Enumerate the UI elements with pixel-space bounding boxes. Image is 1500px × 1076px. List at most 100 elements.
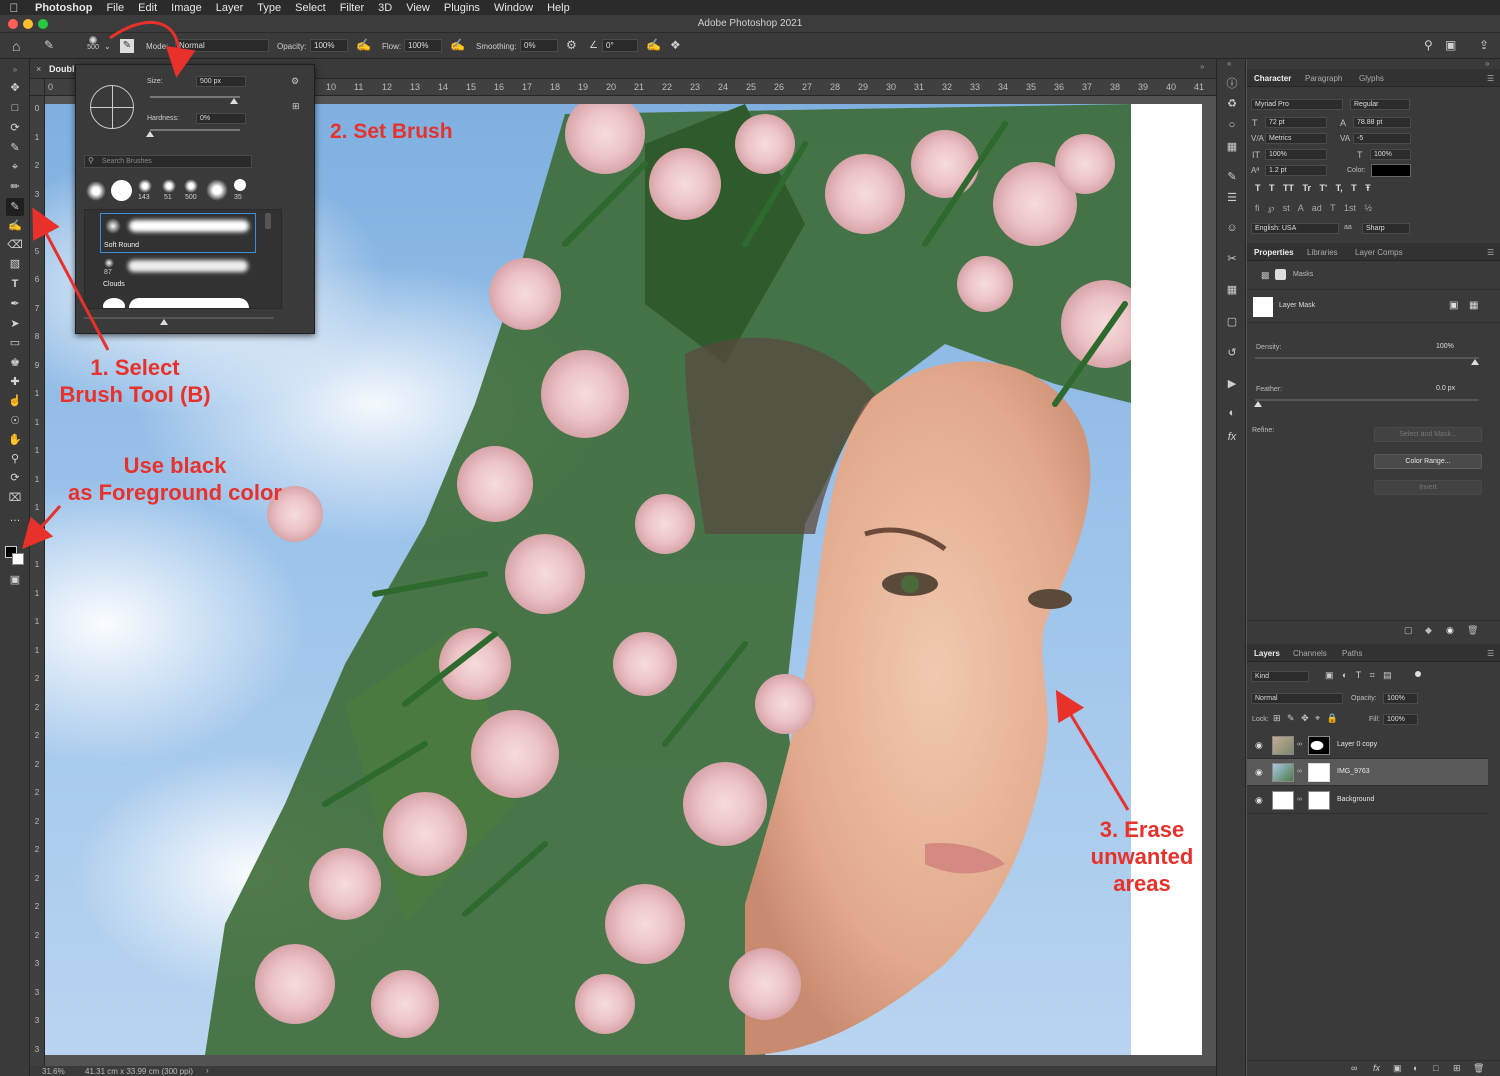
flow-field[interactable]: 100% xyxy=(404,39,442,52)
rotate-view-tool-icon[interactable]: ⟳ xyxy=(6,469,24,487)
invert-button[interactable]: Invert xyxy=(1374,480,1482,495)
stamp-tool-icon[interactable]: ♚ xyxy=(6,354,24,372)
layer-filter-select[interactable]: Kind xyxy=(1251,671,1309,682)
select-vector-mask-icon[interactable]: ▦ xyxy=(1469,300,1478,311)
type-tool-icon[interactable]: T xyxy=(6,275,24,293)
opentype-buttons[interactable]: fi ℘ st A ad T 1st ½ xyxy=(1255,203,1415,217)
color-range-button[interactable]: Color Range... xyxy=(1374,454,1482,469)
layer-name[interactable]: Layer 0 copy xyxy=(1337,741,1377,748)
panel-menu-icon[interactable]: ☰ xyxy=(1487,74,1494,83)
mode-select[interactable]: Normal xyxy=(175,39,269,52)
leading-field[interactable]: 78.88 pt xyxy=(1353,117,1411,128)
baseline-field[interactable]: 1.2 pt xyxy=(1265,165,1327,176)
feather-slider-track[interactable] xyxy=(1255,399,1479,401)
dodge-tool-icon[interactable]: ☉ xyxy=(6,412,24,430)
layer-name[interactable]: Background xyxy=(1337,796,1374,803)
hand-tool-icon[interactable]: ✋ xyxy=(6,431,24,449)
background-color-swatch[interactable] xyxy=(12,553,24,565)
new-layer-icon[interactable]: ⊞ xyxy=(1453,1063,1461,1074)
swatches-icon[interactable]: ▦ xyxy=(1224,139,1240,155)
kerning-field[interactable]: Metrics xyxy=(1265,133,1327,144)
brush-tip-4[interactable] xyxy=(162,179,176,193)
zoom-tool-icon[interactable]: ⚲ xyxy=(6,450,24,468)
antialias-select[interactable]: Sharp xyxy=(1362,223,1410,234)
collapse-panels-icon[interactable]: » xyxy=(1200,62,1204,71)
pressure-opacity-icon[interactable]: ✍ xyxy=(356,38,371,52)
add-mask-icon[interactable]: ▣ xyxy=(1393,1063,1402,1074)
healing-tool-icon[interactable]: ✚ xyxy=(6,373,24,391)
path-select-tool-icon[interactable]: ➤ xyxy=(6,315,24,333)
chevron-right-icon[interactable]: › xyxy=(206,1066,209,1075)
select-and-mask-button[interactable]: Select and Mask... xyxy=(1374,427,1482,442)
feather-field[interactable]: 0.0 px xyxy=(1433,384,1478,395)
move-tool-icon[interactable]: ✥ xyxy=(6,79,24,97)
smudge-tool-icon[interactable]: ☝ xyxy=(6,392,24,410)
load-selection-icon[interactable]: ▢ xyxy=(1404,625,1413,636)
menu-edit[interactable]: Edit xyxy=(131,2,164,14)
zoom-level[interactable]: 31.6% xyxy=(42,1067,65,1076)
brush-tip-7[interactable] xyxy=(234,179,246,191)
brush-settings-panel-icon[interactable]: ✎ xyxy=(120,39,134,53)
tab-paragraph[interactable]: Paragraph xyxy=(1305,74,1342,83)
menu-help[interactable]: Help xyxy=(540,2,577,14)
collapse-icon[interactable]: » xyxy=(6,61,24,79)
font-size-field[interactable]: 72 pt xyxy=(1265,117,1327,128)
feather-slider-handle[interactable] xyxy=(1254,401,1262,407)
brush-preset-list[interactable]: Soft Round 87 Clouds xyxy=(84,209,282,309)
menu-plugins[interactable]: Plugins xyxy=(437,2,487,14)
info-icon[interactable]: ⓘ xyxy=(1224,76,1240,92)
tab-character[interactable]: Character xyxy=(1254,74,1291,83)
hardness-slider-handle[interactable] xyxy=(146,131,154,137)
airbrush-icon[interactable]: ✍ xyxy=(450,38,465,52)
trash-icon[interactable]: 🗑 xyxy=(1467,625,1478,636)
brush-preset-icon[interactable]: ✎ xyxy=(44,38,54,52)
layer-row-selected[interactable]: ◉ ∞ IMG_9763 xyxy=(1247,759,1488,786)
panel-menu-icon[interactable]: ☰ xyxy=(1487,248,1494,257)
close-tab-icon[interactable]: × xyxy=(36,64,41,74)
size-slider-track[interactable] xyxy=(150,96,240,98)
preset-clouds[interactable]: 87 Clouds xyxy=(100,258,256,294)
filter-toggle[interactable] xyxy=(1415,671,1421,677)
tab-properties[interactable]: Properties xyxy=(1254,248,1294,257)
preset-soft-round[interactable]: Soft Round xyxy=(100,213,256,253)
menu-type[interactable]: Type xyxy=(250,2,288,14)
layer-opacity-field[interactable]: 100% xyxy=(1383,693,1418,704)
actions-play-icon[interactable]: ▶ xyxy=(1224,376,1240,392)
hardness-field[interactable]: 0% xyxy=(196,113,246,124)
language-select[interactable]: English: USA xyxy=(1251,223,1339,234)
new-group-icon[interactable]: □ xyxy=(1433,1063,1438,1073)
layer-name[interactable]: IMG_9763 xyxy=(1337,768,1370,775)
density-slider-track[interactable] xyxy=(1255,357,1479,359)
tab-paths[interactable]: Paths xyxy=(1342,649,1362,658)
visibility-eye-icon[interactable]: ◉ xyxy=(1255,795,1263,806)
type-style-buttons[interactable]: T T TT Tr T' T, T Ŧ xyxy=(1255,183,1415,197)
marquee-tool-icon[interactable]: □ xyxy=(6,99,24,117)
share-icon[interactable]: ⇪ xyxy=(1479,38,1489,52)
menu-image[interactable]: Image xyxy=(164,2,209,14)
pen-tool-icon[interactable]: ✒ xyxy=(6,295,24,313)
quick-select-tool-icon[interactable]: ✎ xyxy=(6,139,24,157)
tracking-field[interactable]: -5 xyxy=(1353,133,1411,144)
chain-link-icon[interactable]: ∞ xyxy=(1297,741,1302,748)
size-field[interactable]: 500 px xyxy=(196,76,246,87)
color-icon[interactable]: ◐ xyxy=(1224,405,1240,421)
visibility-eye-icon[interactable]: ◉ xyxy=(1255,740,1263,751)
visibility-icon[interactable]: ◉ xyxy=(1446,625,1454,636)
gradient-tool-icon[interactable]: ▧ xyxy=(6,255,24,273)
tab-layers[interactable]: Layers xyxy=(1254,649,1280,658)
brush-tip-1[interactable] xyxy=(86,181,106,201)
more-tools-icon[interactable]: … xyxy=(6,509,24,527)
crop-tool-icon[interactable]: ⌖ xyxy=(6,158,24,176)
menu-3d[interactable]: 3D xyxy=(371,2,399,14)
menu-filter[interactable]: Filter xyxy=(333,2,371,14)
fill-field[interactable]: 100% xyxy=(1383,714,1418,725)
menu-app[interactable]: Photoshop xyxy=(28,2,99,14)
quick-mask-icon[interactable]: ▣ xyxy=(6,571,24,589)
vector-mask-icon[interactable] xyxy=(1275,269,1286,280)
adjustment-layer-icon[interactable]: ◐ xyxy=(1413,1063,1418,1073)
rectangle-tool-icon[interactable]: ▭ xyxy=(6,334,24,352)
gear-icon[interactable]: ⚙ xyxy=(566,38,577,52)
visibility-eye-icon[interactable]: ◉ xyxy=(1255,767,1263,778)
navigator-icon[interactable]: ○ xyxy=(1224,117,1240,133)
angle-field[interactable]: 0° xyxy=(602,39,638,52)
